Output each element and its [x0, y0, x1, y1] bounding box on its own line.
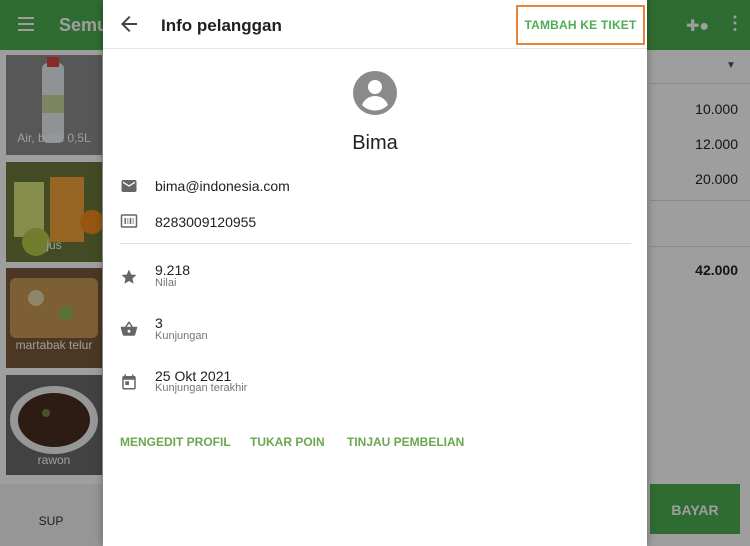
- points-value: 9.218: [155, 262, 191, 278]
- add-to-ticket-label: TAMBAH KE TIKET: [524, 18, 637, 32]
- calendar-icon: [122, 374, 136, 390]
- barcode-icon: [120, 214, 138, 228]
- add-to-ticket-button[interactable]: TAMBAH KE TIKET: [516, 5, 645, 45]
- last-visit-label: Kunjungan terakhir: [155, 382, 248, 394]
- view-purchases-button[interactable]: TINJAU PEMBELIAN: [347, 435, 464, 449]
- avatar-icon: [353, 71, 397, 115]
- visits-value: 3: [155, 315, 163, 331]
- customer-card-number: 8283009120955: [155, 214, 257, 230]
- section-divider: [120, 243, 631, 244]
- redeem-points-button[interactable]: TUKAR POIN: [250, 435, 325, 449]
- star-icon: [121, 269, 137, 284]
- edit-profile-button[interactable]: MENGEDIT PROFIL: [120, 435, 231, 449]
- email-icon: [121, 180, 137, 192]
- customer-info-dialog: Info pelanggan TAMBAH KE TIKET Bima bima…: [103, 0, 647, 546]
- basket-icon: [120, 321, 138, 336]
- dialog-title: Info pelanggan: [161, 16, 282, 35]
- back-arrow-icon[interactable]: [117, 12, 141, 36]
- visits-label: Kunjungan: [155, 330, 208, 342]
- dialog-header: Info pelanggan TAMBAH KE TIKET: [103, 0, 647, 49]
- customer-email: bima@indonesia.com: [155, 178, 290, 194]
- points-label: Nilai: [155, 277, 177, 289]
- customer-name: Bima: [352, 132, 398, 154]
